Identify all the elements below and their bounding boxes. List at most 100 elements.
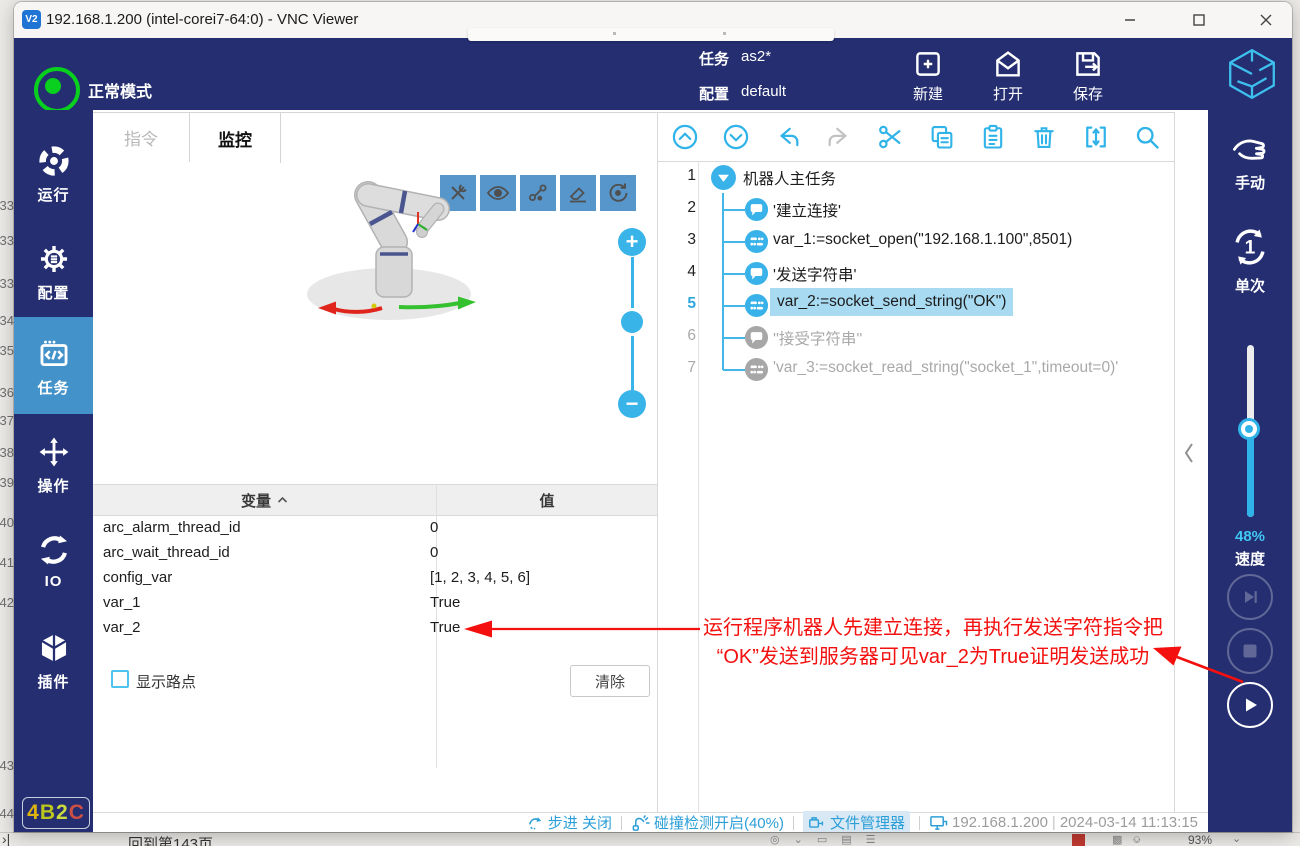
assign-icon: [744, 357, 769, 382]
annotation-text: 运行程序机器人先建立连接，再执行发送字符指令把 “OK”发送到服务器可见var_…: [690, 614, 1176, 672]
paste-button[interactable]: [978, 122, 1008, 152]
background-chevron: ›|: [2, 832, 10, 846]
comment-icon: [744, 261, 769, 286]
stop-icon: [1242, 643, 1258, 659]
collapse-chevron-icon[interactable]: [1184, 442, 1194, 464]
right-sidebar: 手动 1 单次 48% 速度: [1208, 110, 1292, 832]
speed-slider-handle[interactable]: [1238, 418, 1260, 440]
move-down-button[interactable]: [721, 122, 751, 152]
status-divider-text: |: [1052, 814, 1056, 831]
move-up-button[interactable]: [670, 122, 700, 152]
assign-icon: [744, 229, 769, 254]
new-task-button[interactable]: 新建: [896, 47, 960, 104]
open-file-icon: [991, 47, 1025, 81]
search-icon: [1133, 123, 1161, 151]
column-value[interactable]: 值: [437, 485, 657, 515]
column-variable[interactable]: 变量: [93, 485, 436, 515]
table-row: var_2 True: [93, 616, 657, 641]
copy-icon: [928, 123, 956, 151]
panel-gutter: [1175, 112, 1208, 814]
collision-detection-status[interactable]: 碰撞检测开启(40%): [631, 812, 784, 832]
new-file-icon: [911, 47, 945, 81]
program-row-assign[interactable]: 3 var_1:=socket_open("192.168.1.100",850…: [660, 226, 1176, 258]
table-row: config_var [1, 2, 3, 4, 5, 6]: [93, 566, 657, 591]
delete-button[interactable]: [1029, 122, 1059, 152]
sidebar-item-task[interactable]: 任务: [14, 317, 93, 414]
cut-button[interactable]: [875, 122, 905, 152]
brand-logo: [1224, 46, 1280, 102]
collision-icon: [631, 814, 650, 832]
background-toolbar-icons-2: ▩⎉: [1112, 833, 1151, 846]
open-task-button[interactable]: 打开: [976, 47, 1040, 104]
step-mode-status[interactable]: 步进 关闭: [527, 812, 612, 832]
close-button[interactable]: [1244, 6, 1288, 34]
table-row: arc_alarm_thread_id 0: [93, 516, 657, 541]
cut-icon: [876, 123, 904, 151]
replace-icon: [1082, 123, 1110, 151]
play-button[interactable]: [1227, 682, 1273, 728]
program-row-comment-disabled[interactable]: 6 ''接受字符串'': [660, 322, 1176, 354]
replace-button[interactable]: [1081, 122, 1111, 152]
screen: 33 33 33 34 35 36 37 38 39 40 41 42 43 4…: [0, 0, 1300, 846]
program-row-root[interactable]: 1 机器人主任务: [660, 162, 1176, 194]
vnc-app-icon: V2: [22, 10, 41, 29]
sidebar-item-plugin[interactable]: 插件: [14, 611, 93, 708]
program-row-comment[interactable]: 2 '建立连接': [660, 194, 1176, 226]
tab-row: 指令 监控: [93, 112, 657, 163]
trash-icon: [1030, 123, 1058, 151]
save-task-button[interactable]: 保存: [1056, 47, 1120, 104]
show-waypoints-checkbox[interactable]: [111, 670, 129, 688]
undo-button[interactable]: [773, 122, 803, 152]
background-zoom-level: 93%: [1188, 833, 1212, 846]
circle-down-icon: [722, 123, 750, 151]
task-label: 任务: [699, 48, 729, 69]
strip-tick: [723, 32, 726, 35]
svg-text:1: 1: [1245, 238, 1256, 259]
search-button[interactable]: [1132, 122, 1162, 152]
background-page-indicator: 回到第143页: [128, 833, 213, 846]
show-waypoints-label: 显示路点: [136, 671, 196, 692]
background-play-icon: [1072, 834, 1085, 846]
zoom-out-button[interactable]: −: [618, 390, 646, 418]
strip-tick: [613, 32, 616, 35]
clear-button[interactable]: 清除: [570, 665, 650, 697]
redo-button[interactable]: [824, 122, 854, 152]
config-row: 配置 default: [699, 83, 786, 104]
tab-command[interactable]: 指令: [93, 113, 190, 162]
assign-icon: [744, 293, 769, 318]
left-sidebar: 运行 配置 任务: [14, 110, 93, 832]
config-label: 配置: [699, 83, 729, 104]
program-row-assign-selected[interactable]: 5 var_2:=socket_send_string("OK"): [660, 290, 1176, 322]
play-icon: [1241, 696, 1259, 714]
program-row-assign-disabled[interactable]: 7 'var_3:=socket_read_string("socket_1",…: [660, 354, 1176, 386]
stop-button[interactable]: [1227, 628, 1273, 674]
minimize-button[interactable]: [1108, 6, 1152, 34]
program-row-comment[interactable]: 4 '发送字符串': [660, 258, 1176, 290]
gear-icon: [37, 242, 71, 276]
plugin-cube-icon: [37, 631, 71, 665]
single-cycle-icon: 1: [1228, 225, 1272, 269]
undo-icon: [774, 123, 802, 151]
step-next-button[interactable]: [1227, 574, 1273, 620]
robot-arm-render: [286, 162, 682, 332]
sidebar-item-io[interactable]: IO: [14, 513, 93, 610]
speed-label: 速度: [1208, 548, 1292, 569]
hand-icon: [1230, 134, 1272, 170]
sidebar-item-run[interactable]: 运行: [14, 124, 93, 221]
status-divider: [621, 816, 622, 830]
status-bar: 步进 关闭 碰撞检测开启(40%) 文件管理器: [93, 812, 1208, 832]
step-icon: [527, 814, 544, 831]
copy-button[interactable]: [927, 122, 957, 152]
file-manager-status[interactable]: 文件管理器: [803, 811, 910, 832]
zoom-track-lower: [631, 336, 634, 390]
maximize-button[interactable]: [1177, 6, 1221, 34]
sidebar-item-config[interactable]: 配置: [14, 222, 93, 319]
robot-3d-viewport[interactable]: + −: [93, 162, 657, 484]
program-toolbar: [657, 112, 1175, 162]
paste-icon: [979, 123, 1007, 151]
save-icon: [1071, 47, 1105, 81]
sidebar-item-operate[interactable]: 操作: [14, 415, 93, 512]
usb-drive-icon: [808, 815, 826, 831]
background-floating-strip: [468, 28, 834, 41]
tab-monitor[interactable]: 监控: [190, 113, 281, 163]
